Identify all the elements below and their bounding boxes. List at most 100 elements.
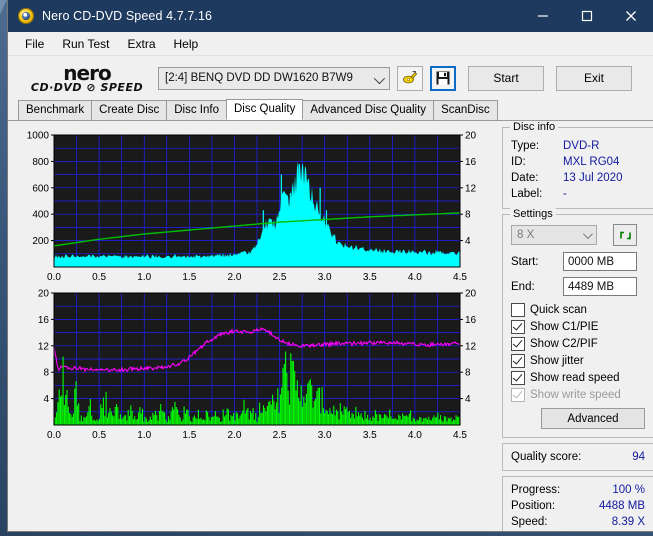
tab-scandisc[interactable]: ScanDisc bbox=[433, 100, 498, 120]
speed-label: Speed: bbox=[511, 516, 548, 528]
svg-text:600: 600 bbox=[32, 183, 49, 194]
pie-chart: 200 400 600 800 1000 4 8 12 16 20 0.0 0.5 1.0 1.5 2.0 2… bbox=[16, 127, 496, 285]
checkbox-show-c1-pie[interactable]: Show C1/PIE bbox=[511, 320, 645, 334]
checkbox-label: Show C2/PIF bbox=[530, 338, 598, 350]
svg-text:1.5: 1.5 bbox=[182, 272, 196, 283]
menu-item-extra[interactable]: Extra bbox=[118, 35, 164, 53]
svg-text:3.0: 3.0 bbox=[318, 430, 332, 441]
quality-score-value: 94 bbox=[632, 451, 645, 463]
drive-select[interactable]: [2:4] BENQ DVD DD DW1620 B7W9 bbox=[158, 66, 390, 90]
svg-text:4.0: 4.0 bbox=[408, 272, 422, 283]
disc-info-row-type: Type: DVD-R bbox=[511, 138, 645, 154]
logo-line-2: CD·DVD ⊘ SPEED bbox=[30, 81, 144, 94]
svg-text:4.0: 4.0 bbox=[408, 430, 422, 441]
checkbox-quick-scan[interactable]: Quick scan bbox=[511, 303, 645, 317]
quality-score-group: Quality score: 94 bbox=[502, 443, 653, 471]
title-bar: Nero CD-DVD Speed 4.7.7.16 bbox=[8, 0, 653, 32]
start-button[interactable]: Start bbox=[468, 65, 544, 91]
end-input[interactable]: 4489 MB bbox=[563, 277, 637, 296]
disc-info-key: Label: bbox=[511, 188, 543, 200]
svg-text:3.0: 3.0 bbox=[318, 272, 332, 283]
progress-value: 100 % bbox=[612, 484, 645, 496]
disc-info-row-date: Date: 13 Jul 2020 bbox=[511, 170, 645, 186]
start-input[interactable]: 0000 MB bbox=[563, 252, 637, 271]
checkbox-box bbox=[511, 320, 525, 334]
svg-text:3.5: 3.5 bbox=[363, 430, 377, 441]
disc-info-value: - bbox=[563, 188, 567, 200]
exit-button[interactable]: Exit bbox=[556, 65, 632, 91]
svg-text:1.5: 1.5 bbox=[182, 430, 196, 441]
svg-text:0.0: 0.0 bbox=[47, 272, 61, 283]
tab-strip: Benchmark Create Disc Disc Info Disc Qua… bbox=[8, 99, 653, 121]
checkbox-label: Show read speed bbox=[530, 372, 620, 384]
tab-benchmark[interactable]: Benchmark bbox=[18, 100, 93, 120]
close-button[interactable] bbox=[609, 0, 653, 32]
tab-disc-info[interactable]: Disc Info bbox=[166, 100, 227, 120]
position-row: Position: 4488 MB bbox=[511, 498, 645, 514]
checkbox-label: Show jitter bbox=[530, 355, 584, 367]
end-label: End: bbox=[511, 280, 535, 293]
refresh-button[interactable] bbox=[613, 224, 637, 246]
pif-jitter-chart: 4 8 12 16 20 4 8 12 16 20 0.0 0.5 1.0 1.5 2.0 2.5 3.0 3.5… bbox=[16, 285, 496, 445]
disc-info-value: DVD-R bbox=[563, 140, 600, 152]
save-button[interactable] bbox=[430, 65, 456, 91]
advanced-button[interactable]: Advanced bbox=[541, 408, 645, 429]
start-field-row: Start: 0000 MB bbox=[511, 252, 645, 271]
logo-line-1: nero bbox=[63, 61, 111, 85]
tab-disc-quality[interactable]: Disc Quality bbox=[226, 99, 304, 120]
settings-legend: Settings bbox=[510, 208, 556, 220]
position-label: Position: bbox=[511, 500, 556, 512]
progress-label: Progress: bbox=[511, 484, 561, 496]
tab-advanced-disc-quality[interactable]: Advanced Disc Quality bbox=[302, 100, 435, 120]
maximize-button[interactable] bbox=[565, 0, 609, 32]
toolbar: nero CD·DVD ⊘ SPEED [2:4] BENQ DVD DD DW… bbox=[8, 56, 653, 100]
settings-group: Settings 8 X Start: 0000 MB End: 4489 MB… bbox=[502, 208, 653, 438]
svg-text:4.5: 4.5 bbox=[453, 272, 467, 283]
disc-info-value: 13 Jul 2020 bbox=[563, 172, 623, 184]
checkbox-show-read-speed[interactable]: Show read speed bbox=[511, 371, 645, 385]
nero-disc-icon bbox=[18, 8, 34, 24]
svg-text:2.5: 2.5 bbox=[273, 272, 287, 283]
svg-text:2.0: 2.0 bbox=[227, 272, 241, 283]
svg-text:8: 8 bbox=[43, 368, 49, 379]
disc-info-group: Disc info Type: DVD-R ID: MXL RG04 Date:… bbox=[502, 121, 653, 209]
window-title: Nero CD-DVD Speed 4.7.7.16 bbox=[42, 9, 213, 23]
svg-text:16: 16 bbox=[465, 315, 477, 326]
chevron-down-icon bbox=[373, 72, 386, 84]
checkbox-box bbox=[511, 337, 525, 351]
svg-text:4: 4 bbox=[465, 394, 471, 405]
svg-text:200: 200 bbox=[32, 236, 49, 247]
svg-text:0.5: 0.5 bbox=[92, 272, 106, 283]
menu-bar: File Run Test Extra Help bbox=[8, 32, 653, 56]
progress-group: Progress: 100 % Position: 4488 MB Speed:… bbox=[502, 476, 653, 531]
start-label: Start: bbox=[511, 255, 539, 268]
chevron-down-icon bbox=[582, 229, 593, 240]
svg-text:12: 12 bbox=[38, 341, 50, 352]
disc-info-key: ID: bbox=[511, 156, 526, 168]
tab-create-disc[interactable]: Create Disc bbox=[91, 100, 168, 120]
speed-select[interactable]: 8 X bbox=[511, 225, 597, 245]
speed-row: Speed: 8.39 X bbox=[511, 514, 645, 530]
svg-text:1000: 1000 bbox=[27, 131, 50, 142]
nero-logo: nero CD·DVD ⊘ SPEED bbox=[16, 63, 158, 93]
checkbox-box bbox=[511, 354, 525, 368]
svg-text:4: 4 bbox=[465, 236, 471, 247]
svg-text:8: 8 bbox=[465, 210, 471, 221]
menu-item-help[interactable]: Help bbox=[165, 35, 208, 53]
svg-text:4.5: 4.5 bbox=[453, 430, 467, 441]
disc-info-key: Date: bbox=[511, 172, 539, 184]
checkbox-show-c2-pif[interactable]: Show C2/PIF bbox=[511, 337, 645, 351]
disc-info-key: Type: bbox=[511, 140, 540, 152]
minimize-button[interactable] bbox=[521, 0, 565, 32]
svg-text:1.0: 1.0 bbox=[137, 430, 151, 441]
menu-item-file[interactable]: File bbox=[16, 35, 53, 53]
checkbox-label: Quick scan bbox=[530, 304, 587, 316]
charts-column: 200 400 600 800 1000 4 8 12 16 20 0.0 0.5 1.0 1.5 2.0 2… bbox=[16, 127, 496, 531]
svg-text:1.0: 1.0 bbox=[137, 272, 151, 283]
svg-text:12: 12 bbox=[465, 183, 477, 194]
menu-item-run-test[interactable]: Run Test bbox=[53, 35, 118, 53]
checkbox-show-jitter[interactable]: Show jitter bbox=[511, 354, 645, 368]
svg-text:2.0: 2.0 bbox=[227, 430, 241, 441]
svg-text:2.5: 2.5 bbox=[273, 430, 287, 441]
disc-eject-button[interactable] bbox=[397, 65, 423, 91]
